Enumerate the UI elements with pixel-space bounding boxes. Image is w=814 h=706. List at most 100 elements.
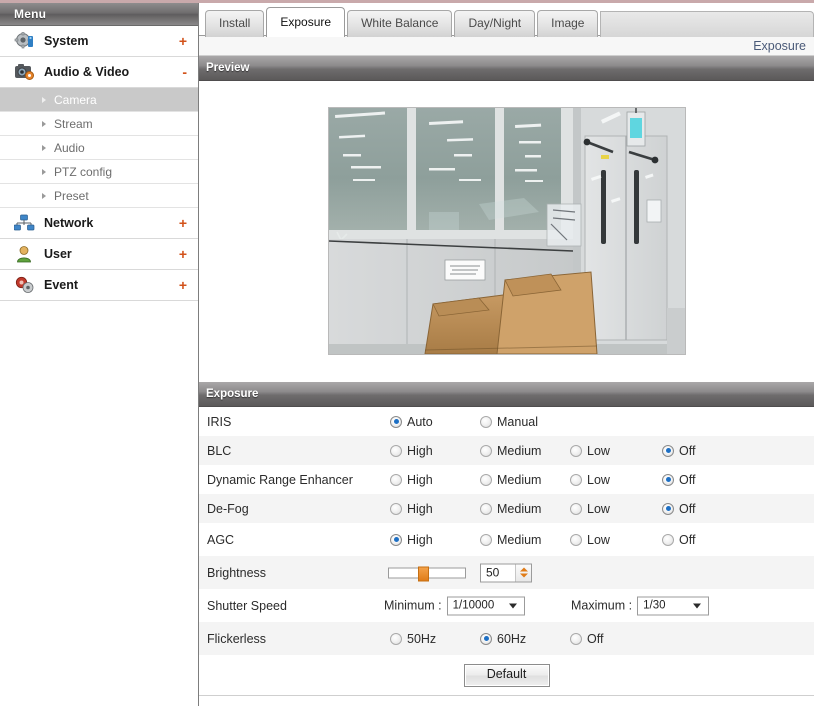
radio-option-defog-off[interactable]: Off (662, 502, 695, 516)
radio-option-blc-off[interactable]: Off (662, 444, 695, 458)
sidebar-expander[interactable]: - (182, 65, 187, 79)
brightness-stepper[interactable]: 50 (480, 563, 532, 582)
sidebar-subitem-label: Stream (54, 116, 93, 131)
sidebar-item-label: System (44, 34, 89, 48)
radio-option-defog-medium[interactable]: Medium (480, 502, 541, 516)
radio-option-agc-off[interactable]: Off (662, 533, 695, 547)
radio-option-defog-high[interactable]: High (390, 502, 433, 516)
chevron-right-icon (42, 192, 46, 199)
radio-indicator (662, 444, 674, 457)
sidebar-expander[interactable]: + (179, 34, 187, 48)
setting-label: IRIS (207, 414, 232, 429)
stepper-up-icon[interactable] (519, 567, 528, 572)
shutter-minimum-value: 1/10000 (452, 599, 495, 612)
radio-label: High (407, 472, 433, 487)
radio-option-dre-off[interactable]: Off (662, 473, 695, 487)
tab-image[interactable]: Image (537, 10, 599, 37)
setting-row-blc: BLC High Medium Low Off (199, 436, 814, 465)
brightness-stepper-arrows[interactable] (515, 564, 531, 581)
sidebar-subitem-stream[interactable]: Stream (0, 112, 198, 136)
chevron-down-icon (508, 603, 517, 608)
tab-white-balance[interactable]: White Balance (347, 10, 453, 37)
brightness-slider[interactable] (388, 566, 466, 581)
radio-option-blc-low[interactable]: Low (570, 444, 610, 458)
breadcrumb-label: Exposure (753, 38, 806, 53)
setting-label: Flickerless (207, 631, 267, 646)
radio-label: High (407, 532, 433, 547)
sidebar-subitem-label: Camera (54, 92, 97, 107)
setting-row-iris: IRIS Auto Manual (199, 407, 814, 436)
radio-label: Medium (497, 501, 542, 516)
sidebar-subitem-audio[interactable]: Audio (0, 136, 198, 160)
setting-label: BLC (207, 443, 232, 458)
radio-option-iris-manual[interactable]: Manual (480, 415, 538, 429)
shutter-minimum-select[interactable]: 1/10000 (446, 596, 525, 615)
exposure-settings-table: IRIS Auto Manual BLC High Medium Low Off… (199, 407, 814, 696)
radio-indicator (570, 444, 582, 457)
sidebar-item-audio-video[interactable]: Audio & Video - (0, 57, 198, 88)
radio-option-flickerless-off[interactable]: Off (570, 632, 603, 646)
radio-label: Medium (497, 472, 542, 487)
radio-indicator (570, 473, 582, 486)
sidebar-header-label: Menu (14, 7, 47, 21)
radio-option-flickerless-50hz[interactable]: 50Hz (390, 632, 436, 646)
radio-option-blc-medium[interactable]: Medium (480, 444, 541, 458)
radio-option-dre-medium[interactable]: Medium (480, 473, 541, 487)
sidebar-expander[interactable]: + (179, 216, 187, 230)
sidebar-subitem-label: PTZ config (54, 164, 113, 179)
tab-day-night[interactable]: Day/Night (454, 10, 536, 37)
stepper-down-icon[interactable] (519, 573, 528, 578)
radio-indicator (570, 502, 582, 515)
sidebar-subitem-camera[interactable]: Camera (0, 88, 198, 112)
radio-option-blc-high[interactable]: High (390, 444, 433, 458)
radio-option-iris-auto[interactable]: Auto (390, 415, 433, 429)
camera-icon (12, 61, 38, 83)
setting-row-brightness: Brightness 50 (199, 556, 814, 589)
sidebar-subitem-preset[interactable]: Preset (0, 184, 198, 208)
radio-option-dre-high[interactable]: High (390, 473, 433, 487)
sidebar-item-event[interactable]: Event + (0, 270, 198, 301)
sidebar-item-label: Audio & Video (44, 65, 130, 79)
tab-install[interactable]: Install (205, 10, 265, 37)
preview-section-title: Preview (206, 62, 250, 74)
sidebar-header: Menu (0, 3, 198, 26)
radio-label: Off (587, 631, 604, 646)
radio-indicator (480, 415, 492, 428)
chevron-right-icon (42, 120, 46, 127)
chevron-right-icon (42, 168, 46, 175)
radio-indicator (390, 632, 402, 645)
radio-option-agc-medium[interactable]: Medium (480, 533, 541, 547)
shutter-maximum-value: 1/30 (643, 599, 666, 612)
radio-indicator (662, 473, 674, 486)
radio-option-agc-high[interactable]: High (390, 533, 433, 547)
sidebar-subitem-ptz-config[interactable]: PTZ config (0, 160, 198, 184)
radio-option-agc-low[interactable]: Low (570, 533, 610, 547)
sidebar-item-user[interactable]: User + (0, 239, 198, 270)
brightness-slider-handle[interactable] (418, 566, 429, 581)
shutter-maximum-group: Maximum : 1/30 (571, 596, 710, 615)
sidebar-expander[interactable]: + (179, 278, 187, 292)
radio-indicator (390, 444, 402, 457)
radio-label: Medium (497, 443, 542, 458)
radio-option-defog-low[interactable]: Low (570, 502, 610, 516)
tab-bar: Install Exposure White Balance Day/Night… (199, 3, 814, 37)
brightness-slider-track[interactable] (388, 566, 466, 581)
sidebar-expander[interactable]: + (179, 247, 187, 261)
setting-label: Brightness (207, 565, 267, 580)
bottom-divider (199, 695, 814, 696)
default-button[interactable]: Default (463, 663, 550, 687)
radio-label: Manual (497, 414, 538, 429)
chevron-right-icon (42, 96, 46, 103)
brightness-value[interactable]: 50 (481, 564, 515, 581)
user-icon (12, 243, 38, 265)
tab-exposure[interactable]: Exposure (266, 7, 346, 37)
shutter-maximum-select[interactable]: 1/30 (637, 596, 710, 615)
chevron-right-icon (42, 144, 46, 151)
sidebar-item-system[interactable]: System + (0, 26, 198, 57)
sidebar-item-network[interactable]: Network + (0, 208, 198, 239)
shutter-minimum-caption: Minimum : (384, 598, 442, 613)
radio-option-dre-low[interactable]: Low (570, 473, 610, 487)
radio-label: Off (679, 532, 696, 547)
radio-indicator (390, 415, 402, 428)
radio-option-flickerless-60hz[interactable]: 60Hz (480, 632, 526, 646)
